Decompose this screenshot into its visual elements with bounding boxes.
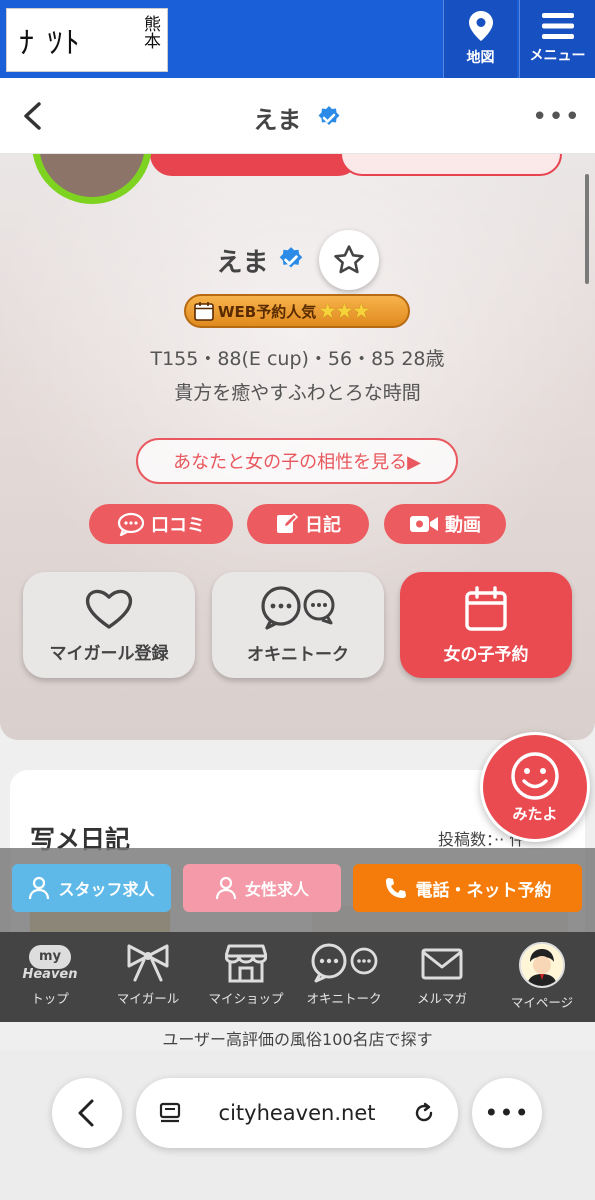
girl-stats: T155・88(E cup)・56・85 28歳 bbox=[150, 348, 445, 370]
verified-icon bbox=[279, 247, 302, 268]
menu-button[interactable]: メニュー bbox=[519, 0, 595, 78]
avatar-photo bbox=[39, 154, 145, 197]
female-recruit-button[interactable]: 女性求人 bbox=[183, 864, 341, 912]
nav-label-mail: メルマガ bbox=[416, 991, 467, 1006]
nav-item-top[interactable]: my Heaven トップ bbox=[0, 932, 100, 1022]
compatibility-link[interactable]: あなたと女の子の相性を見る▶ bbox=[136, 438, 458, 484]
favorite-star-button[interactable] bbox=[318, 230, 379, 290]
mypage-avatar-icon bbox=[519, 942, 565, 988]
site-logo[interactable]: ﾅ ﾂﾄ 熊本 bbox=[6, 8, 168, 72]
mitayo-label: みたよ bbox=[512, 804, 558, 823]
nav-label-top: トップ bbox=[31, 991, 69, 1006]
calendar-icon bbox=[465, 585, 507, 631]
reload-icon[interactable] bbox=[412, 1101, 436, 1125]
verified-icon bbox=[318, 106, 340, 125]
more-options-icon[interactable]: ••• bbox=[532, 102, 581, 132]
heart-icon bbox=[85, 589, 133, 629]
browser-more-button[interactable]: ••• bbox=[472, 1078, 542, 1148]
nav-label-okini-talk: オキニトーク bbox=[306, 991, 382, 1006]
video-camera-icon bbox=[410, 516, 438, 532]
calendar-icon bbox=[194, 302, 214, 321]
menu-label: メニュー bbox=[529, 48, 586, 64]
phone-icon bbox=[385, 878, 406, 898]
nav-label-mygirl: マイガール bbox=[116, 991, 180, 1006]
badge-text: WEB予約人気 bbox=[218, 302, 317, 321]
diary-button[interactable]: 日記 bbox=[247, 504, 369, 544]
web-reservation-badge: WEB予約人気 ★★★ bbox=[184, 294, 410, 328]
reserve-girl-label: 女の子予約 bbox=[443, 644, 529, 665]
user-avatar-icon bbox=[521, 944, 563, 986]
badge-stars: ★★★ bbox=[318, 299, 371, 323]
staff-recruit-button[interactable]: スタッフ求人 bbox=[12, 864, 171, 912]
catch-banner bbox=[340, 154, 562, 176]
compatibility-link-text: あなたと女の子の相性を見る▶ bbox=[173, 452, 421, 473]
chevron-left-icon bbox=[78, 1099, 94, 1127]
browser-url-text: cityheaven.net bbox=[218, 1101, 376, 1125]
hamburger-icon bbox=[541, 13, 574, 39]
person-icon bbox=[215, 876, 237, 900]
add-mygirl-button[interactable]: マイガール登録 bbox=[23, 572, 195, 678]
name-row: えま bbox=[0, 230, 595, 290]
top-bar: ﾅ ﾂﾄ 熊本 地図 メニュー bbox=[0, 0, 595, 78]
add-mygirl-label: マイガール登録 bbox=[49, 643, 169, 664]
review-label: 口コミ bbox=[151, 515, 205, 536]
girl-catchphrase: 貴方を癒やすふわとろな時間 bbox=[174, 382, 421, 404]
recruit-bar: スタッフ求人 女性求人 電話・ネット予約 bbox=[0, 848, 595, 932]
page-title: えま bbox=[0, 100, 595, 135]
map-button[interactable]: 地図 bbox=[443, 0, 517, 78]
myheaven-icon: my Heaven bbox=[21, 942, 79, 984]
edit-note-icon bbox=[277, 512, 299, 533]
phone-reservation-label: 電話・ネット予約 bbox=[415, 880, 552, 901]
page-menu-icon bbox=[159, 1102, 181, 1123]
page-header: えま ••• bbox=[0, 78, 595, 154]
myheaven-icon-my: my bbox=[29, 944, 71, 969]
footer-link[interactable]: ユーザー高評価の風俗100名店で探す bbox=[0, 1026, 595, 1050]
shop-icon bbox=[225, 944, 267, 983]
map-pin-icon bbox=[468, 11, 493, 41]
map-label: 地図 bbox=[466, 50, 495, 66]
nav-label-mypage: マイページ bbox=[510, 995, 574, 1010]
person-icon bbox=[29, 876, 50, 900]
staff-recruit-label: スタッフ求人 bbox=[58, 880, 155, 899]
myheaven-icon-heaven: Heaven bbox=[22, 966, 78, 982]
chat-bubbles-icon bbox=[261, 585, 335, 630]
nav-item-mail[interactable]: メルマガ bbox=[392, 932, 492, 1022]
ribbon-icon bbox=[127, 944, 169, 982]
video-button[interactable]: 動画 bbox=[384, 504, 506, 544]
phone-reservation-button[interactable]: 電話・ネット予約 bbox=[353, 864, 582, 912]
chat-bubbles-icon bbox=[311, 943, 378, 983]
schedule-banner bbox=[150, 154, 360, 176]
page-title-text: えま bbox=[253, 106, 302, 134]
nav-item-mygirl[interactable]: マイガール bbox=[98, 932, 198, 1022]
browser-back-button[interactable] bbox=[52, 1078, 122, 1148]
logo-city: 熊本 bbox=[140, 15, 160, 49]
nav-item-mypage[interactable]: マイページ bbox=[492, 932, 592, 1022]
female-recruit-label: 女性求人 bbox=[244, 880, 309, 899]
okini-talk-label: オキニトーク bbox=[247, 644, 349, 665]
chat-bubble-icon bbox=[117, 512, 145, 536]
diary-label: 日記 bbox=[305, 515, 341, 536]
mail-icon bbox=[421, 948, 463, 980]
smiley-icon bbox=[511, 751, 559, 800]
girl-name: えま bbox=[216, 247, 269, 278]
mitayo-button[interactable]: みたよ bbox=[480, 732, 590, 842]
more-dots-icon: ••• bbox=[484, 1099, 530, 1127]
nav-item-myshop[interactable]: マイショップ bbox=[196, 932, 296, 1022]
video-label: 動画 bbox=[445, 515, 481, 536]
bottom-nav: my Heaven トップ マイガール マイショップ オキニトーク メルマガ マ… bbox=[0, 932, 595, 1022]
okini-talk-button[interactable]: オキニトーク bbox=[212, 572, 384, 678]
review-button[interactable]: 口コミ bbox=[89, 504, 233, 544]
star-outline-icon bbox=[333, 245, 364, 274]
nav-label-myshop: マイショップ bbox=[208, 991, 284, 1006]
nav-item-okini-talk[interactable]: オキニトーク bbox=[294, 932, 394, 1022]
profile-hero: えま WEB予約人気 ★★★ T155・88(E cup)・56・85 28歳 … bbox=[0, 154, 595, 740]
reserve-girl-button[interactable]: 女の子予約 bbox=[400, 572, 572, 678]
browser-url-bar[interactable]: cityheaven.net bbox=[136, 1078, 458, 1148]
logo-text: ﾅ ﾂﾄ bbox=[19, 26, 82, 61]
